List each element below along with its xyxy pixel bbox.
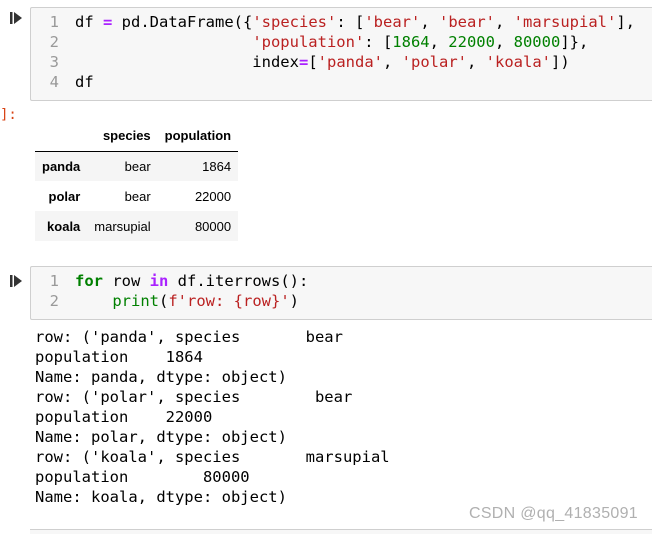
line-number: 1	[49, 13, 59, 31]
code-token: 'polar'	[401, 53, 467, 71]
line-number: 3	[49, 53, 59, 71]
code-cell-2[interactable]: 1 for row in df.iterrows(): 2 print(f'row:…	[30, 266, 652, 320]
code-token: ]},	[560, 33, 589, 51]
line-number: 2	[49, 292, 59, 310]
code-line[interactable]: 1 for row in df.iterrows():	[31, 271, 309, 291]
code-token: (	[159, 292, 169, 310]
code-token: ],	[616, 13, 635, 31]
code-line[interactable]: 3 index=['panda', 'polar', 'koala'])	[31, 52, 570, 72]
code-token: 'bear'	[364, 13, 421, 31]
code-token: 1864	[392, 33, 430, 51]
dataframe-table: species population panda bear 1864 polar…	[35, 121, 239, 241]
output-line: row: ('polar', species bear	[35, 388, 353, 406]
table-row: panda bear 1864	[35, 151, 239, 181]
row-index: koala	[47, 218, 81, 234]
code-token: 22000	[448, 33, 495, 51]
code-token: 'marsupial'	[513, 13, 617, 31]
next-cell-edge	[30, 529, 652, 534]
code-token: )	[289, 292, 300, 310]
code-token: ,	[382, 53, 402, 71]
code-token: ,	[429, 33, 449, 51]
table-cell: 22000	[194, 188, 232, 204]
code-token: f'row: {row}'	[168, 292, 290, 310]
code-token: 'panda'	[317, 53, 383, 71]
code-token: ,	[466, 53, 486, 71]
table-corner	[35, 121, 88, 152]
output-line: row: ('koala', species marsupial	[35, 448, 390, 466]
output-line: population 1864	[35, 348, 203, 366]
line-number: 4	[49, 73, 59, 91]
code-token: for	[75, 272, 103, 290]
table-cell: marsupial	[94, 218, 151, 234]
table-cell: 80000	[194, 218, 232, 234]
code-token: df	[75, 13, 103, 31]
row-index: panda	[42, 158, 81, 174]
code-line[interactable]: 2 print(f'row: {row}')	[31, 291, 299, 311]
watermark: CSDN @qq_41835091	[468, 505, 638, 522]
output-prompt: ]:	[0, 107, 17, 123]
code-token: df	[75, 73, 94, 91]
code-token: ])	[550, 53, 570, 71]
code-token: 80000	[513, 33, 561, 51]
code-line[interactable]: 2 'population': [1864, 22000, 80000]},	[31, 32, 589, 52]
code-token: ,	[494, 33, 514, 51]
code-token: print	[112, 292, 159, 310]
column-header-species: species	[87, 121, 158, 152]
table-cell: 1864	[202, 158, 232, 174]
code-token: [	[308, 53, 318, 71]
code-token: row	[103, 272, 150, 290]
code-token: 'koala'	[485, 53, 551, 71]
code-token: =	[298, 53, 309, 71]
run-cell-icon[interactable]	[9, 10, 23, 26]
code-token: in	[149, 272, 169, 290]
output-line: Name: polar, dtype: object)	[35, 428, 287, 446]
output-line: row: ('panda', species bear	[35, 328, 343, 346]
code-token: 'bear'	[439, 13, 495, 31]
code-line[interactable]: 1 df = pd.DataFrame({'species': ['bear', …	[31, 12, 635, 32]
line-number: 1	[49, 272, 59, 290]
table-cell: bear	[124, 158, 151, 174]
output-line: Name: panda, dtype: object)	[35, 368, 287, 386]
code-token: =	[103, 13, 113, 31]
code-line[interactable]: 4 df	[31, 72, 94, 92]
code-token: : [	[336, 13, 365, 31]
column-header-population: population	[157, 121, 239, 152]
output-line: population 80000	[35, 468, 250, 486]
code-token: ,	[420, 13, 439, 31]
code-token: ,	[495, 13, 514, 31]
code-token: 'species'	[252, 13, 337, 31]
cell-output: row: ('panda', species bear population 18…	[35, 327, 390, 507]
line-number: 2	[49, 33, 59, 51]
output-line: population 22000	[35, 408, 213, 426]
table-cell: bear	[124, 188, 151, 204]
code-token: index	[75, 53, 299, 71]
table-row: koala marsupial 80000	[35, 211, 239, 241]
code-token: pd.DataFrame({	[112, 13, 253, 31]
run-cell-icon[interactable]	[9, 273, 23, 289]
output-line: Name: koala, dtype: object)	[35, 488, 287, 506]
code-token: 'population'	[252, 33, 365, 51]
code-cell-1[interactable]: 1 df = pd.DataFrame({'species': ['bear', …	[30, 7, 652, 101]
table-row: polar bear 22000	[35, 181, 238, 211]
code-token: df.iterrows():	[168, 272, 309, 290]
code-token: : [	[364, 33, 393, 51]
row-index: polar	[48, 188, 81, 204]
